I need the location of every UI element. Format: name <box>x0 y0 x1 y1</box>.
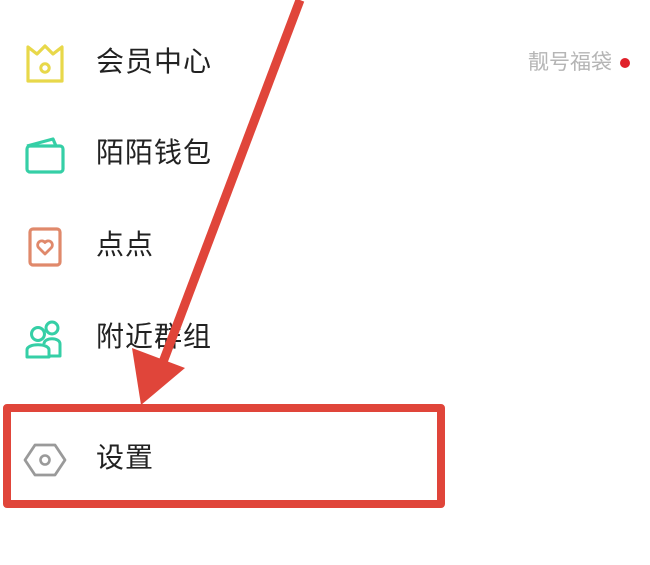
crown-icon <box>26 44 64 83</box>
notification-dot <box>620 58 630 68</box>
menu-item-label: 会员中心 <box>96 45 213 78</box>
side-menu-page: 会员中心 靓号福袋 陌陌钱包 点点 附近群组 设置 <box>0 0 650 565</box>
menu-item-label: 附近群组 <box>96 320 213 353</box>
menu-item-wallet[interactable]: 陌陌钱包 <box>0 118 650 188</box>
promo-badge-text: 靓号福袋 <box>528 50 612 74</box>
wallet-icon <box>25 137 65 174</box>
heart-card-icon <box>28 227 62 267</box>
menu-item-label: 陌陌钱包 <box>96 136 213 169</box>
menu-item-member-center[interactable]: 会员中心 靓号福袋 <box>0 27 650 97</box>
menu-item-label: 设置 <box>96 441 155 474</box>
menu-item-diandian[interactable]: 点点 <box>0 210 650 280</box>
menu-item-nearby-groups[interactable]: 附近群组 <box>0 302 650 372</box>
menu-item-label: 点点 <box>96 228 155 261</box>
group-people-icon <box>25 320 62 359</box>
settings-hexagon-icon <box>23 443 67 477</box>
menu-item-settings[interactable]: 设置 <box>0 423 650 493</box>
